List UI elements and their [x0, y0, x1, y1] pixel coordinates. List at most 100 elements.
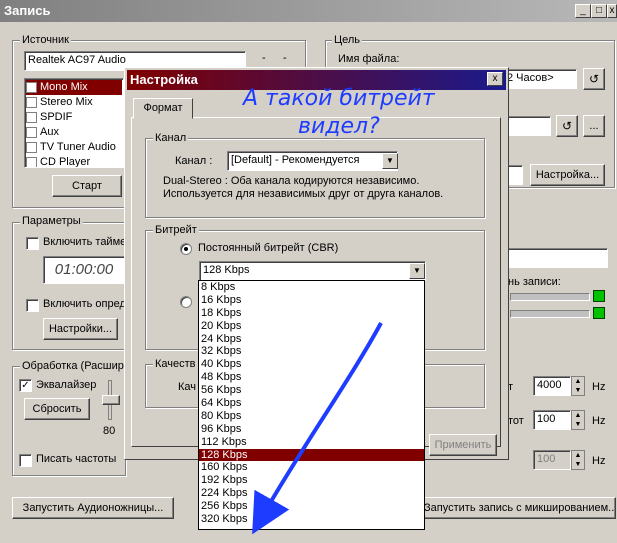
bitrate-option[interactable]: 56 Kbps: [199, 384, 424, 397]
bitrate-select-value: 128 Kbps: [203, 264, 250, 276]
bitrate-option[interactable]: 40 Kbps: [199, 358, 424, 371]
level-indicator-2: [593, 307, 605, 319]
bitrate-option[interactable]: 64 Kbps: [199, 397, 424, 410]
filename-label: Имя файла:: [338, 53, 400, 65]
source-checkbox[interactable]: [26, 97, 37, 108]
source-list-item[interactable]: Mono Mix: [26, 80, 122, 95]
bitrate-dropdown-icon[interactable]: ▼: [409, 263, 425, 279]
channel-desc-2: Используется для независимых друг от дру…: [163, 188, 444, 200]
bitrate-option[interactable]: 16 Kbps: [199, 294, 424, 307]
bitrate-option[interactable]: 256 Kbps: [199, 500, 424, 513]
cbr-radio[interactable]: [180, 243, 192, 255]
minimize-button[interactable]: _: [575, 4, 591, 18]
refresh-icon[interactable]: ↺: [583, 68, 605, 90]
target-settings-button[interactable]: Настройка...: [530, 164, 605, 186]
bitrate-option[interactable]: 320 Kbps: [199, 513, 424, 526]
bitrate-option[interactable]: 224 Kbps: [199, 487, 424, 500]
channel-select[interactable]: [Default] - Рекомендуется: [227, 151, 398, 171]
bitrate-select[interactable]: 128 Kbps: [199, 261, 426, 281]
freq3-spinner[interactable]: ▲ ▼: [571, 450, 585, 470]
freq2-spinner[interactable]: ▲ ▼: [571, 410, 585, 430]
more-button[interactable]: ...: [583, 115, 605, 137]
bitrate-option[interactable]: 160 Kbps: [199, 461, 424, 474]
target-group-label: Цель: [332, 34, 363, 46]
freq1-unit: Hz: [592, 381, 606, 393]
source-item-label: SPDIF: [40, 111, 73, 123]
write-freq-checkbox[interactable]: [19, 454, 32, 467]
source-list-item[interactable]: Stereo Mix: [26, 95, 122, 110]
start-button[interactable]: Старт: [52, 175, 122, 197]
mix-record-button[interactable]: Запустить запись с микшированием...: [420, 497, 616, 519]
source-checkbox[interactable]: [26, 142, 37, 153]
channel-select-value: [Default] - Рекомендуется: [231, 154, 360, 166]
params-settings-button[interactable]: Настройки...: [43, 318, 118, 340]
source-list[interactable]: Mono Mix Stereo Mix SPDIF Aux TV Tuner Audio…: [24, 78, 124, 168]
bitrate-option[interactable]: 20 Kbps: [199, 320, 424, 333]
launch-audiocutter-button[interactable]: Запустить Аудионожницы...: [12, 497, 174, 519]
eq-checkbox[interactable]: ✓: [19, 379, 32, 392]
eq-slider-thumb[interactable]: [102, 395, 120, 405]
bitrate-option[interactable]: 8 Kbps: [199, 281, 424, 294]
bitrate-option[interactable]: 112 Kbps: [199, 436, 424, 449]
vbr-radio[interactable]: [180, 296, 192, 308]
processing-group-label: Обработка (Расшире: [20, 360, 132, 372]
level-slot-1: [510, 293, 590, 301]
source-list-item[interactable]: SPDIF: [26, 110, 122, 125]
minus-button-2[interactable]: -: [283, 52, 287, 64]
source-list-item[interactable]: TV Tuner Audio: [26, 140, 122, 155]
apply-button[interactable]: Применить: [429, 434, 497, 456]
source-checkbox[interactable]: [26, 82, 37, 93]
source-checkbox[interactable]: [26, 157, 37, 167]
bitrate-option[interactable]: 48 Kbps: [199, 371, 424, 384]
bitrate-option[interactable]: 24 Kbps: [199, 333, 424, 346]
source-checkbox[interactable]: [26, 127, 37, 138]
write-freq-label: Писать частоты: [36, 453, 117, 465]
annotation-line-1: А такой битрейт: [243, 86, 435, 111]
level-indicator-1: [593, 290, 605, 302]
bitrate-option[interactable]: 32 Kbps: [199, 345, 424, 358]
freq3-unit: Hz: [592, 455, 606, 467]
source-item-label: CD Player: [40, 156, 91, 168]
freq1-input[interactable]: 4000: [533, 376, 571, 396]
dialog-close-button[interactable]: x: [487, 72, 503, 86]
level-slot-2: [510, 310, 590, 318]
bitrate-options-list[interactable]: 8 Kbps 16 Kbps 18 Kbps 20 Kbps 24 Kbps 32 Kbp…: [198, 280, 425, 530]
freq1-spinner[interactable]: ▲ ▼: [571, 376, 585, 396]
freq2-unit: Hz: [592, 415, 606, 427]
source-list-item[interactable]: CD Player: [26, 155, 122, 168]
right-input[interactable]: [505, 248, 608, 268]
tab-format[interactable]: Формат: [133, 98, 193, 119]
freq2-label: тот: [508, 415, 524, 427]
refresh-icon-2[interactable]: ↺: [556, 115, 578, 137]
time-select-value: 2 Часов>: [507, 72, 554, 84]
timer-checkbox[interactable]: [26, 237, 39, 250]
timer-label: Включить тайме: [43, 236, 127, 248]
bitrate-option[interactable]: 18 Kbps: [199, 307, 424, 320]
bitrate-option[interactable]: 80 Kbps: [199, 410, 424, 423]
source-checkbox[interactable]: [26, 112, 37, 123]
eq-label: Эквалайзер: [36, 379, 97, 391]
source-list-item[interactable]: Aux: [26, 125, 122, 140]
freq2-input[interactable]: 100: [533, 410, 571, 430]
source-item-label: TV Tuner Audio: [40, 141, 116, 153]
time-select[interactable]: 2 Часов>: [503, 69, 577, 89]
maximize-button[interactable]: □: [591, 4, 607, 18]
reset-button[interactable]: Сбросить: [24, 398, 90, 420]
timer-input[interactable]: 01:00:00: [43, 256, 125, 284]
bitrate-option[interactable]: 96 Kbps: [199, 423, 424, 436]
channel-dropdown-icon[interactable]: ▼: [382, 153, 398, 169]
source-item-label: Aux: [40, 126, 59, 138]
minus-button[interactable]: -: [262, 52, 266, 64]
bitrate-option[interactable]: 128 Kbps: [199, 448, 424, 462]
quality-group-label: Качеств: [153, 358, 198, 370]
bitrate-group-label: Битрейт: [153, 224, 199, 236]
output-select[interactable]: [503, 116, 551, 136]
dialog-title: Настройка: [130, 72, 198, 87]
window-title: Запись: [4, 3, 51, 18]
bitrate-option[interactable]: 192 Kbps: [199, 474, 424, 487]
freq3-input[interactable]: 100: [533, 450, 571, 470]
detect-checkbox[interactable]: [26, 299, 39, 312]
close-button[interactable]: x: [607, 4, 617, 18]
params-group-label: Параметры: [20, 215, 83, 227]
source-item-label: Mono Mix: [40, 81, 88, 93]
